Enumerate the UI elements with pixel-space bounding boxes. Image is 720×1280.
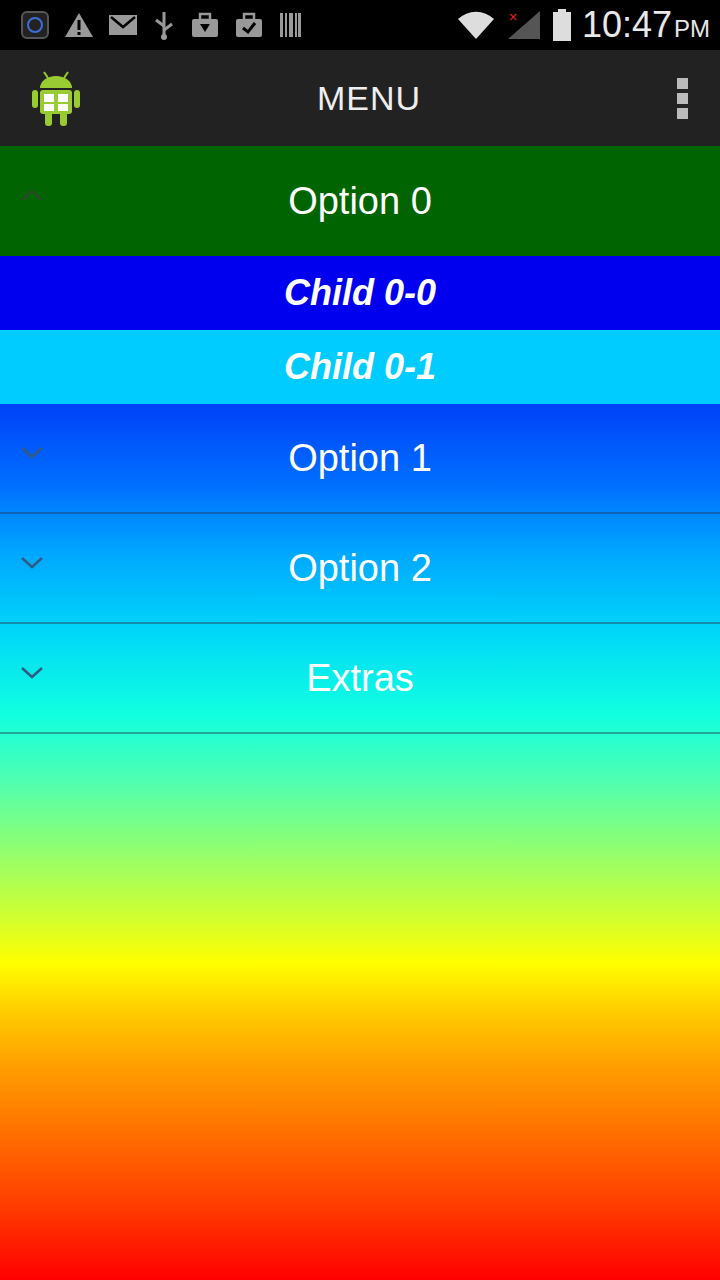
action-bar: MENU	[0, 50, 720, 146]
group-row[interactable]: Option 0	[0, 146, 720, 256]
svg-text:×: ×	[508, 10, 518, 24]
download-icon	[190, 11, 220, 39]
barcode-icon	[278, 11, 302, 39]
expand-arrow-icon[interactable]	[20, 666, 44, 680]
status-bar: × 10:47PM	[0, 0, 720, 50]
group-row[interactable]: Extras	[0, 624, 720, 734]
child-row[interactable]: Child 0-0	[0, 256, 720, 330]
child-row[interactable]: Child 0-1	[0, 330, 720, 404]
task-done-icon	[234, 11, 264, 39]
collapse-arrow-icon[interactable]	[20, 188, 44, 202]
signal-icon: ×	[506, 9, 542, 41]
expand-arrow-icon[interactable]	[20, 556, 44, 570]
usb-icon	[152, 10, 176, 40]
app-notification-icon	[20, 10, 50, 40]
mail-icon	[108, 13, 138, 37]
overflow-menu-icon[interactable]	[676, 76, 690, 120]
group-row[interactable]: Option 1	[0, 404, 720, 514]
group-row[interactable]: Option 2	[0, 514, 720, 624]
battery-icon	[552, 8, 572, 42]
android-logo-icon	[30, 68, 82, 128]
screen-title: MENU	[82, 79, 676, 118]
warning-icon	[64, 11, 94, 39]
wifi-icon	[456, 9, 496, 41]
expandable-list: Option 0Child 0-0Child 0-1Option 1Option…	[0, 146, 720, 1280]
clock: 10:47PM	[582, 7, 710, 43]
expand-arrow-icon[interactable]	[20, 446, 44, 460]
